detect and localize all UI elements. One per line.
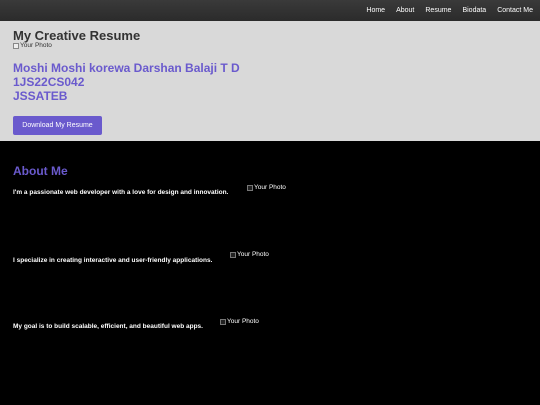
- profile-photo: Your Photo: [13, 42, 52, 49]
- about-paragraph: I specialize in creating interactive and…: [13, 257, 213, 264]
- navbar: Home About Resume Biodata Contact Me: [0, 0, 540, 21]
- about-photo: Your Photo: [247, 184, 286, 191]
- broken-image-icon: [220, 318, 226, 325]
- nav-links: Home About Resume Biodata Contact Me: [355, 0, 533, 21]
- nav-link-resume[interactable]: Resume: [425, 7, 451, 14]
- broken-image-icon: [230, 251, 236, 258]
- nav-link-contact[interactable]: Contact Me: [497, 7, 533, 14]
- about-photo-alt: Your Photo: [254, 184, 286, 191]
- hero-section: My Creative Resume Your Photo Moshi Mosh…: [0, 21, 540, 141]
- about-title: About Me: [13, 164, 68, 178]
- about-photo-alt: Your Photo: [237, 251, 269, 258]
- profile-photo-alt: Your Photo: [20, 42, 52, 49]
- about-paragraph: My goal is to build scalable, efficient,…: [13, 323, 203, 330]
- about-photo: Your Photo: [230, 251, 269, 258]
- about-photo: Your Photo: [220, 318, 259, 325]
- about-paragraph: I'm a passionate web developer with a lo…: [13, 189, 229, 196]
- site-title: My Creative Resume: [13, 28, 141, 43]
- profile-name: Moshi Moshi korewa Darshan Balaji T D: [13, 61, 240, 75]
- about-photo-alt: Your Photo: [227, 318, 259, 325]
- nav-link-about[interactable]: About: [396, 7, 414, 14]
- download-resume-button[interactable]: Download My Resume: [13, 116, 102, 135]
- broken-image-icon: [13, 42, 19, 49]
- nav-link-biodata[interactable]: Biodata: [462, 7, 486, 14]
- profile-college: JSSATEB: [13, 89, 68, 103]
- broken-image-icon: [247, 184, 253, 191]
- nav-link-home[interactable]: Home: [366, 7, 385, 14]
- profile-usn: 1JS22CS042: [13, 75, 85, 89]
